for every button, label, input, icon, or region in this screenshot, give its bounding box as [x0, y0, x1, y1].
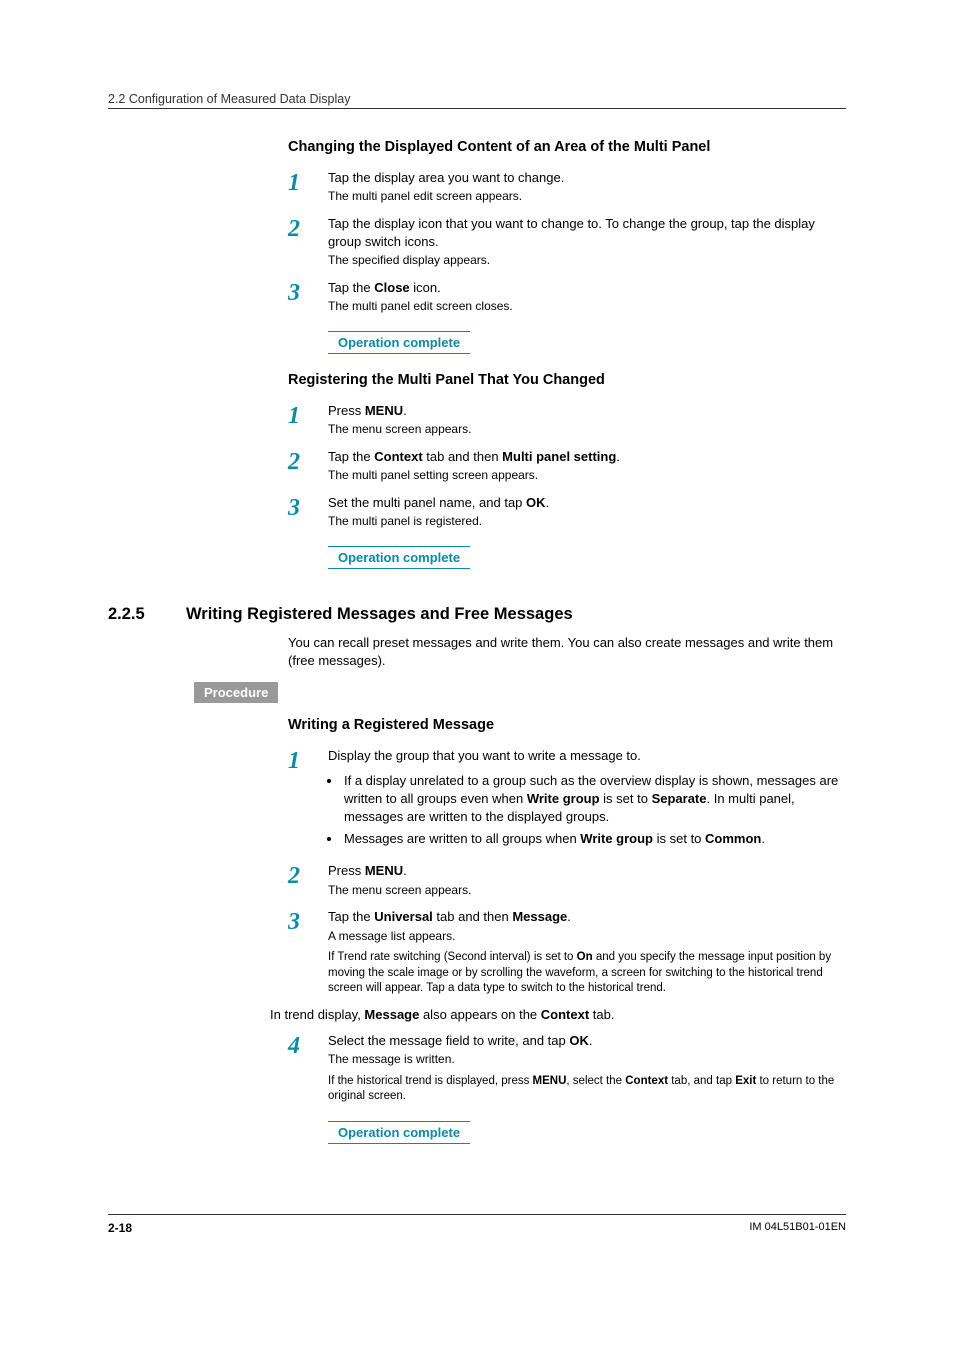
step-instruction: Press MENU.	[328, 862, 846, 880]
bullet-item: Messages are written to all groups when …	[342, 830, 846, 848]
bullet-list: If a display unrelated to a group such a…	[328, 772, 846, 849]
step-instruction: Tap the display area you want to change.	[328, 169, 846, 187]
step-number: 3	[288, 279, 328, 305]
step-number: 1	[288, 402, 328, 428]
step-number: 3	[288, 494, 328, 520]
bullet-item: If a display unrelated to a group such a…	[342, 772, 846, 827]
step-instruction: Display the group that you want to write…	[328, 747, 846, 765]
step-result: The multi panel edit screen appears.	[328, 188, 846, 205]
section-intro: You can recall preset messages and write…	[288, 634, 846, 670]
page-footer: 2-18 IM 04L51B01-01EN	[108, 1214, 846, 1235]
step-instruction: Tap the Context tab and then Multi panel…	[328, 448, 846, 466]
step-result: The specified display appears.	[328, 252, 846, 269]
step-instruction: Tap the display icon that you want to ch…	[328, 215, 846, 251]
step-row: 1 Display the group that you want to wri…	[288, 747, 846, 852]
step-instruction: Set the multi panel name, and tap OK.	[328, 494, 846, 512]
step-result: The message is written.	[328, 1051, 846, 1068]
section-number: 2.2.5	[108, 605, 186, 624]
step-row: 3 Tap the Universal tab and then Message…	[288, 908, 846, 997]
step-result: The menu screen appears.	[328, 421, 846, 438]
section-header: 2.2.5 Writing Registered Messages and Fr…	[108, 605, 846, 624]
step-result: The menu screen appears.	[328, 882, 846, 899]
step-row: 3 Tap the Close icon. The multi panel ed…	[288, 279, 846, 315]
page-number: 2-18	[108, 1221, 132, 1235]
operation-complete-badge: Operation complete	[328, 331, 470, 354]
step-instruction: Press MENU.	[328, 402, 846, 420]
step-number: 3	[288, 908, 328, 934]
step-note: If the historical trend is displayed, pr…	[328, 1074, 846, 1105]
procedure-label: Procedure	[194, 682, 278, 703]
step-result: A message list appears.	[328, 928, 846, 945]
step-row: 4 Select the message field to write, and…	[288, 1032, 846, 1105]
step-instruction: Tap the Close icon.	[328, 279, 846, 297]
step-row: 2 Press MENU. The menu screen appears.	[288, 862, 846, 898]
step-result: The multi panel is registered.	[328, 513, 846, 530]
step-number: 1	[288, 169, 328, 195]
document-id: IM 04L51B01-01EN	[749, 1221, 846, 1235]
subheading-changing: Changing the Displayed Content of an Are…	[288, 139, 846, 155]
operation-complete-badge: Operation complete	[328, 1121, 470, 1144]
step-number: 2	[288, 448, 328, 474]
step-row: 2 Tap the display icon that you want to …	[288, 215, 846, 269]
step-result: The multi panel setting screen appears.	[328, 467, 846, 484]
step-number: 4	[288, 1032, 328, 1058]
subheading-writing: Writing a Registered Message	[288, 717, 846, 733]
operation-complete-badge: Operation complete	[328, 546, 470, 569]
subheading-registering: Registering the Multi Panel That You Cha…	[288, 372, 846, 388]
step-note: If Trend rate switching (Second interval…	[328, 950, 846, 997]
header-breadcrumb: 2.2 Configuration of Measured Data Displ…	[108, 92, 846, 109]
step-row: 2 Tap the Context tab and then Multi pan…	[288, 448, 846, 484]
step-instruction: Select the message field to write, and t…	[328, 1032, 846, 1050]
step-row: 1 Press MENU. The menu screen appears.	[288, 402, 846, 438]
context-note: In trend display, Message also appears o…	[270, 1007, 846, 1022]
step-number: 2	[288, 862, 328, 888]
step-number: 2	[288, 215, 328, 241]
step-result: The multi panel edit screen closes.	[328, 298, 846, 315]
step-instruction: Tap the Universal tab and then Message.	[328, 908, 846, 926]
step-number: 1	[288, 747, 328, 773]
section-title: Writing Registered Messages and Free Mes…	[186, 605, 573, 624]
step-row: 1 Tap the display area you want to chang…	[288, 169, 846, 205]
step-row: 3 Set the multi panel name, and tap OK. …	[288, 494, 846, 530]
